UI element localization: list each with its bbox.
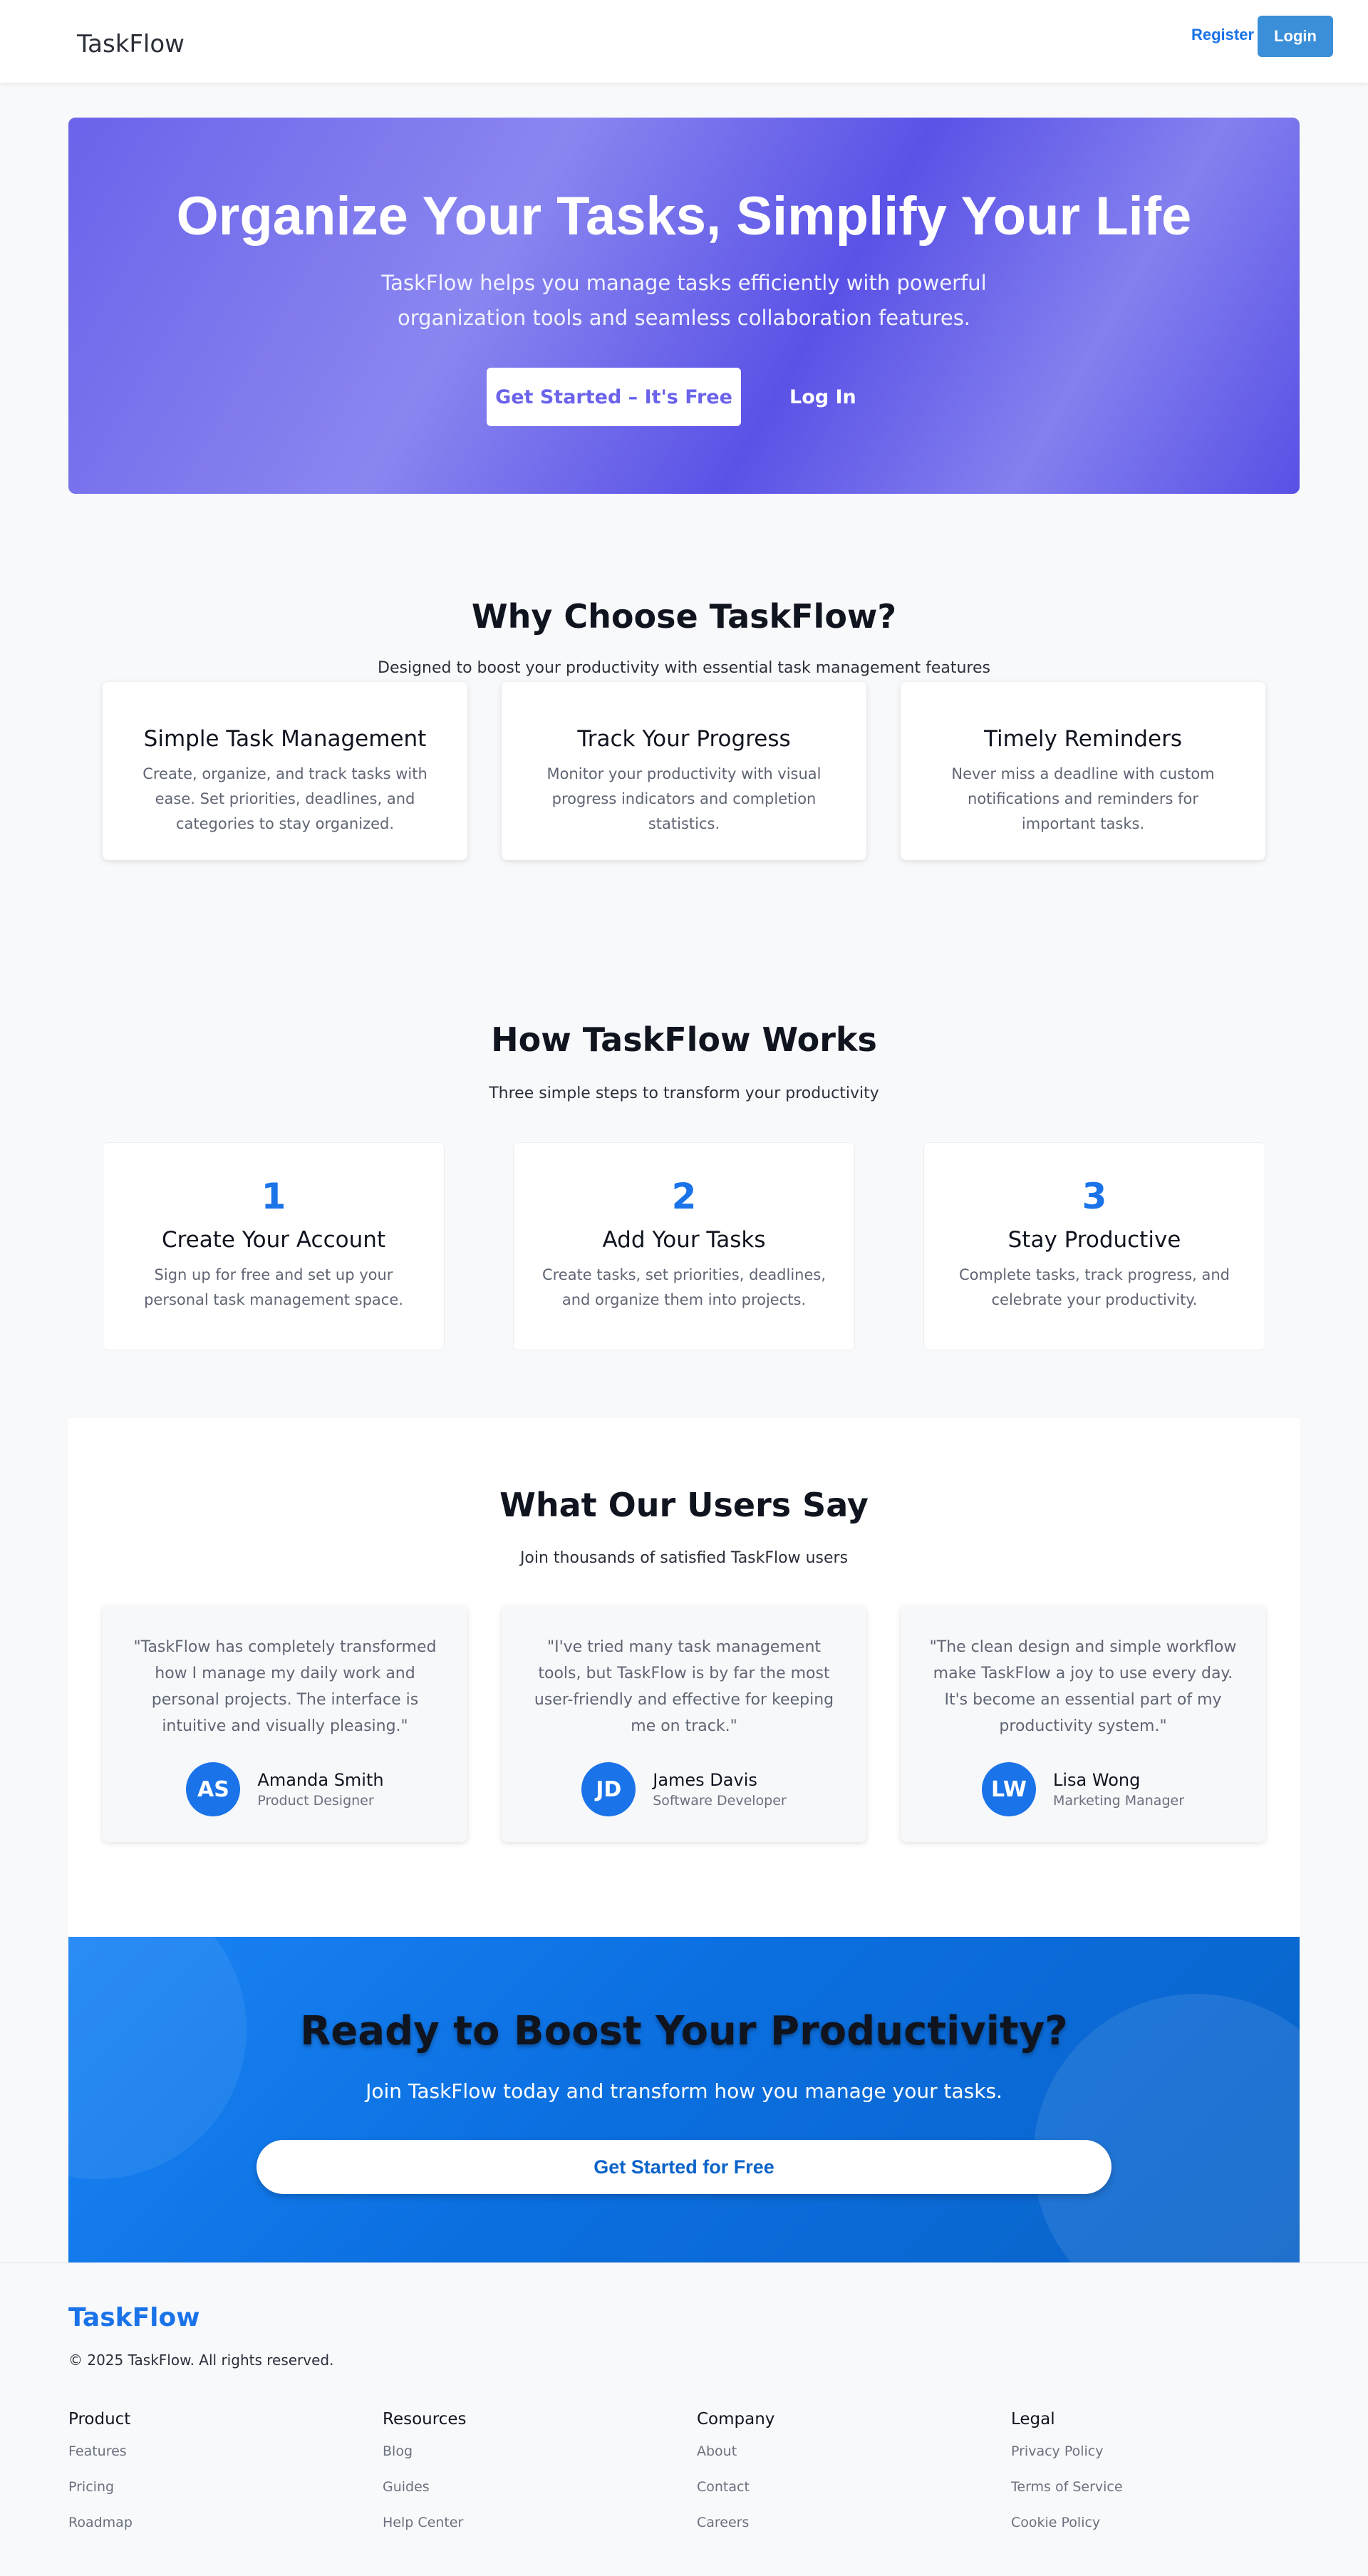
step-number: 3	[1082, 1176, 1107, 1217]
footer-link[interactable]: Cookie Policy	[1011, 2513, 1123, 2548]
testimonial-quote: "TaskFlow has completely transformed how…	[133, 1638, 437, 1735]
footer-brand[interactable]: TaskFlow	[68, 2303, 200, 2332]
avatar: JD	[581, 1762, 636, 1816]
footer-column-title: Legal	[1011, 2410, 1055, 2428]
avatar: AS	[186, 1762, 241, 1816]
steps-subtitle: Three simple steps to transform your pro…	[489, 1085, 879, 1102]
hero-login-link[interactable]: Log In	[789, 368, 856, 426]
cta-subtitle: Join TaskFlow today and transform how yo…	[366, 2079, 1002, 2103]
step-card: 3 Stay Productive Complete tasks, track …	[923, 1142, 1265, 1350]
feature-card-title: Timely Reminders	[983, 726, 1182, 752]
footer-column-title: Resources	[383, 2410, 467, 2428]
register-link[interactable]: Register	[1191, 26, 1254, 44]
feature-card-text: Monitor your productivity with visual pr…	[546, 765, 822, 832]
feature-card: Simple Task Management Create, organize,…	[103, 682, 467, 860]
step-card: 2 Add Your Tasks Create tasks, set prior…	[513, 1142, 855, 1350]
footer: TaskFlow © 2025 TaskFlow. All rights res…	[0, 2262, 1368, 2576]
step-title: Stay Productive	[1007, 1227, 1181, 1253]
get-started-button[interactable]: Get Started – It's Free	[487, 368, 741, 426]
author-name: Amanda Smith	[257, 1770, 384, 1790]
features-subtitle: Designed to boost your productivity with…	[378, 659, 990, 677]
login-button[interactable]: Login	[1258, 16, 1333, 57]
footer-column-legal: Legal Privacy Policy Terms of Service Co…	[1011, 2410, 1123, 2548]
feature-card: Track Your Progress Monitor your product…	[502, 682, 866, 860]
feature-card-title: Simple Task Management	[143, 726, 427, 752]
testimonial-card: "I've tried many task management tools, …	[502, 1605, 866, 1842]
footer-link[interactable]: Careers	[697, 2513, 774, 2548]
author-name: James Davis	[653, 1770, 757, 1790]
decorative-circle	[68, 1937, 247, 2179]
feature-card-text: Create, organize, and track tasks with e…	[142, 765, 428, 832]
author-name: Lisa Wong	[1052, 1770, 1141, 1790]
testimonial-author: JD James Davis Software Developer	[502, 1762, 866, 1816]
footer-link[interactable]: Contact	[697, 2477, 774, 2513]
footer-link[interactable]: Privacy Policy	[1011, 2441, 1123, 2477]
hero-banner: Organize Your Tasks, Simplify Your Life …	[68, 118, 1300, 494]
step-text: Sign up for free and set up your persona…	[144, 1266, 403, 1308]
feature-card: Timely Reminders Never miss a deadline w…	[901, 682, 1265, 860]
top-navbar: TaskFlow Register Login	[0, 0, 1368, 83]
testimonial-card: "TaskFlow has completely transformed how…	[103, 1605, 467, 1842]
step-number: 1	[261, 1176, 286, 1217]
hero-subtitle-line-2: organization tools and seamless collabor…	[397, 306, 971, 330]
footer-column-company: Company About Contact Careers	[697, 2410, 774, 2548]
features-title: Why Choose TaskFlow?	[471, 597, 897, 636]
avatar: LW	[981, 1762, 1036, 1816]
testimonial-card: "The clean design and simple workflow ma…	[901, 1605, 1265, 1842]
footer-link[interactable]: About	[697, 2441, 774, 2477]
brand-logo[interactable]: TaskFlow	[77, 30, 185, 58]
hero-title: Organize Your Tasks, Simplify Your Life	[176, 186, 1192, 247]
footer-column-product: Product Features Pricing Roadmap	[68, 2410, 133, 2548]
footer-column-title: Company	[697, 2410, 775, 2428]
feature-card-text: Never miss a deadline with custom notifi…	[951, 765, 1215, 832]
author-role: Software Developer	[653, 1793, 787, 1809]
testimonial-author: AS Amanda Smith Product Designer	[103, 1762, 467, 1816]
cta-title: Ready to Boost Your Productivity?	[300, 2008, 1068, 2054]
hero-subtitle: TaskFlow helps you manage tasks efficien…	[68, 266, 1300, 336]
cta-banner: Ready to Boost Your Productivity? Join T…	[68, 1937, 1300, 2262]
step-title: Create Your Account	[161, 1227, 386, 1253]
get-started-free-button[interactable]: Get Started for Free	[256, 2140, 1112, 2194]
author-role: Marketing Manager	[1052, 1793, 1185, 1809]
footer-link[interactable]: Guides	[383, 2477, 466, 2513]
steps-title: How TaskFlow Works	[491, 1020, 877, 1059]
step-card: 1 Create Your Account Sign up for free a…	[103, 1142, 445, 1350]
testimonials-subtitle: Join thousands of satisfied TaskFlow use…	[519, 1549, 849, 1567]
step-text: Complete tasks, track progress, and cele…	[958, 1266, 1230, 1308]
footer-link[interactable]: Roadmap	[68, 2513, 133, 2548]
footer-link[interactable]: Pricing	[68, 2477, 133, 2513]
testimonial-quote: "I've tried many task management tools, …	[534, 1638, 834, 1735]
testimonial-author: LW Lisa Wong Marketing Manager	[901, 1762, 1265, 1816]
hero-subtitle-line-1: TaskFlow helps you manage tasks efficien…	[381, 271, 987, 295]
footer-column-resources: Resources Blog Guides Help Center	[383, 2410, 466, 2548]
footer-column-title: Product	[68, 2410, 131, 2428]
testimonial-quote: "The clean design and simple workflow ma…	[929, 1638, 1237, 1735]
footer-link[interactable]: Help Center	[383, 2513, 466, 2548]
footer-copyright: © 2025 TaskFlow. All rights reserved.	[68, 2352, 334, 2369]
testimonials-title: What Our Users Say	[499, 1486, 869, 1524]
step-text: Create tasks, set priorities, deadlines,…	[542, 1266, 826, 1308]
footer-link[interactable]: Features	[68, 2441, 133, 2477]
author-role: Product Designer	[257, 1793, 374, 1809]
step-number: 2	[671, 1176, 697, 1217]
footer-link[interactable]: Blog	[383, 2441, 466, 2477]
step-title: Add Your Tasks	[602, 1227, 766, 1253]
feature-card-title: Track Your Progress	[577, 726, 791, 752]
footer-link[interactable]: Terms of Service	[1011, 2477, 1123, 2513]
